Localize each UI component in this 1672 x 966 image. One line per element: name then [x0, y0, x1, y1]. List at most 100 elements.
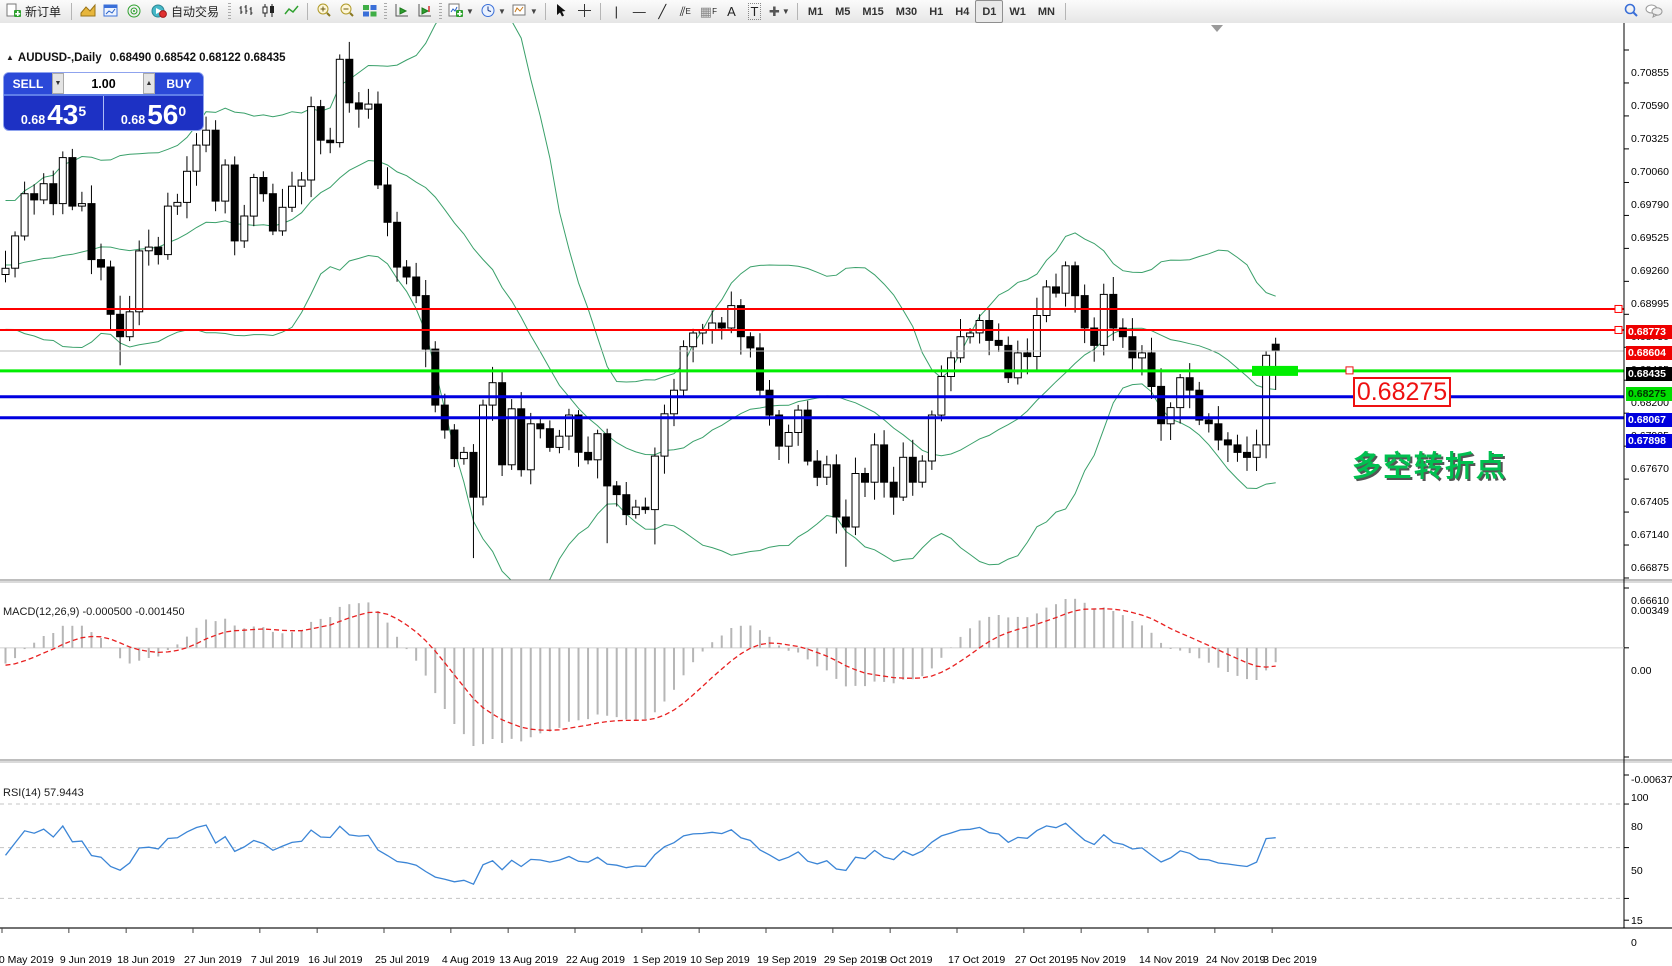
- buy-button[interactable]: BUY: [155, 73, 203, 96]
- price-tick: 0.68465: [1631, 364, 1669, 376]
- candle-body: [203, 130, 210, 145]
- candle-body: [1224, 440, 1231, 445]
- search-button[interactable]: [1619, 1, 1642, 22]
- trendline-button[interactable]: ╱: [651, 1, 674, 22]
- price-tick: 0.67140: [1631, 529, 1669, 541]
- candle-body: [107, 267, 114, 314]
- cursor-button[interactable]: [550, 1, 573, 22]
- candle-body: [642, 507, 649, 510]
- sell-button[interactable]: SELL: [4, 73, 52, 96]
- tab-h4[interactable]: H4: [949, 1, 975, 22]
- templates-button[interactable]: ▼: [509, 1, 541, 22]
- price-level-label: 0.68604: [1626, 346, 1672, 360]
- candle-body: [919, 461, 926, 482]
- date-label: 18 Jun 2019: [117, 954, 175, 966]
- clock-icon: [480, 3, 496, 21]
- candle-body: [1177, 378, 1184, 408]
- indicators-button[interactable]: ▼: [445, 1, 477, 22]
- new-order-button[interactable]: 新订单: [0, 1, 67, 22]
- price-annotation-box[interactable]: 0.68275: [1353, 377, 1451, 407]
- candle-body: [900, 457, 907, 497]
- volume-decrease-button[interactable]: ▼: [52, 73, 64, 94]
- fibonacci-sub-label: F: [712, 7, 717, 16]
- candle-body: [527, 424, 534, 470]
- candle-body: [1167, 408, 1174, 424]
- candle-body: [1205, 420, 1212, 424]
- community-button[interactable]: [1642, 1, 1666, 22]
- sell-price[interactable]: 0.68 43 5: [4, 96, 103, 130]
- candle-body: [594, 434, 601, 460]
- profiles-button[interactable]: [122, 1, 145, 22]
- price-tick: 0.70325: [1631, 133, 1669, 145]
- price-tick: 0.69260: [1631, 265, 1669, 277]
- market-watch-button[interactable]: [76, 1, 99, 22]
- volume-input[interactable]: [64, 73, 143, 94]
- shapes-icon: ✚: [769, 4, 780, 20]
- autotrading-button[interactable]: 自动交易: [145, 1, 225, 22]
- candle-body: [88, 204, 95, 260]
- tab-m15[interactable]: M15: [856, 1, 889, 22]
- tab-w1[interactable]: W1: [1003, 1, 1032, 22]
- price-level-label: 0.67898: [1626, 434, 1672, 448]
- date-label: 27 Jun 2019: [184, 954, 242, 966]
- channel-button[interactable]: ⫽E: [674, 1, 697, 22]
- tab-m1[interactable]: M1: [802, 1, 829, 22]
- candle-body: [938, 377, 945, 416]
- tab-d1[interactable]: D1: [975, 0, 1003, 23]
- candle-body: [1100, 294, 1107, 345]
- candle-body: [1272, 344, 1279, 351]
- candle-body: [680, 347, 687, 391]
- horizontal-line-button[interactable]: —: [628, 1, 651, 22]
- tile-windows-button[interactable]: [358, 1, 381, 22]
- candle-body: [747, 337, 754, 348]
- auto-scroll-button[interactable]: [390, 1, 413, 22]
- chevron-down-icon: ▼: [498, 7, 506, 16]
- buy-price[interactable]: 0.68 56 0: [104, 96, 203, 130]
- crosshair-button[interactable]: [573, 1, 596, 22]
- text-label-button[interactable]: T: [743, 1, 766, 22]
- rsi-tick: 15: [1631, 915, 1643, 927]
- new-chart-button[interactable]: [99, 1, 122, 22]
- candle-body: [480, 405, 487, 497]
- line-chart-button[interactable]: [280, 1, 303, 22]
- level-selection-segment: [1252, 366, 1298, 376]
- vertical-line-button[interactable]: |: [605, 1, 628, 22]
- candle-body: [651, 456, 658, 510]
- date-label: 24 Nov 2019: [1206, 954, 1266, 966]
- candle-body: [250, 178, 257, 217]
- shapes-button[interactable]: ✚▼: [766, 1, 793, 22]
- candle-body: [470, 452, 477, 497]
- collapse-arrow-icon: ▲: [6, 53, 14, 62]
- candle-body: [556, 436, 563, 447]
- search-icon: [1623, 2, 1639, 21]
- price-tick: 0.70060: [1631, 166, 1669, 178]
- candle-body: [718, 323, 725, 328]
- price-tick: 0.67935: [1631, 430, 1669, 442]
- chart-shift-button[interactable]: [413, 1, 436, 22]
- candle-body: [98, 260, 105, 268]
- volume-increase-button[interactable]: ▲: [143, 73, 155, 94]
- tab-mn[interactable]: MN: [1032, 1, 1061, 22]
- candle-body: [890, 482, 897, 497]
- bar-chart-button[interactable]: [234, 1, 257, 22]
- candle-body: [546, 429, 553, 448]
- trendline-icon: ╱: [658, 4, 666, 20]
- candle-body: [928, 415, 935, 461]
- candlestick-button[interactable]: [257, 1, 280, 22]
- date-label: 9 Jun 2019: [60, 954, 112, 966]
- candle-body: [909, 457, 916, 482]
- zoom-out-button[interactable]: [335, 1, 358, 22]
- periods-button[interactable]: ▼: [477, 1, 509, 22]
- tab-m5[interactable]: M5: [829, 1, 856, 22]
- zoom-in-button[interactable]: [312, 1, 335, 22]
- tab-m30[interactable]: M30: [890, 1, 923, 22]
- candle-body: [289, 186, 296, 207]
- candle-body: [21, 194, 28, 236]
- sell-price-pip: 5: [78, 96, 86, 126]
- text-tool-button[interactable]: A: [720, 1, 743, 22]
- turning-point-note[interactable]: 多空转折点: [1352, 443, 1507, 485]
- fibonacci-button[interactable]: ▦F: [697, 1, 720, 22]
- tab-h1[interactable]: H1: [923, 1, 949, 22]
- zoom-in-icon: [316, 2, 332, 21]
- candle-body: [174, 202, 181, 206]
